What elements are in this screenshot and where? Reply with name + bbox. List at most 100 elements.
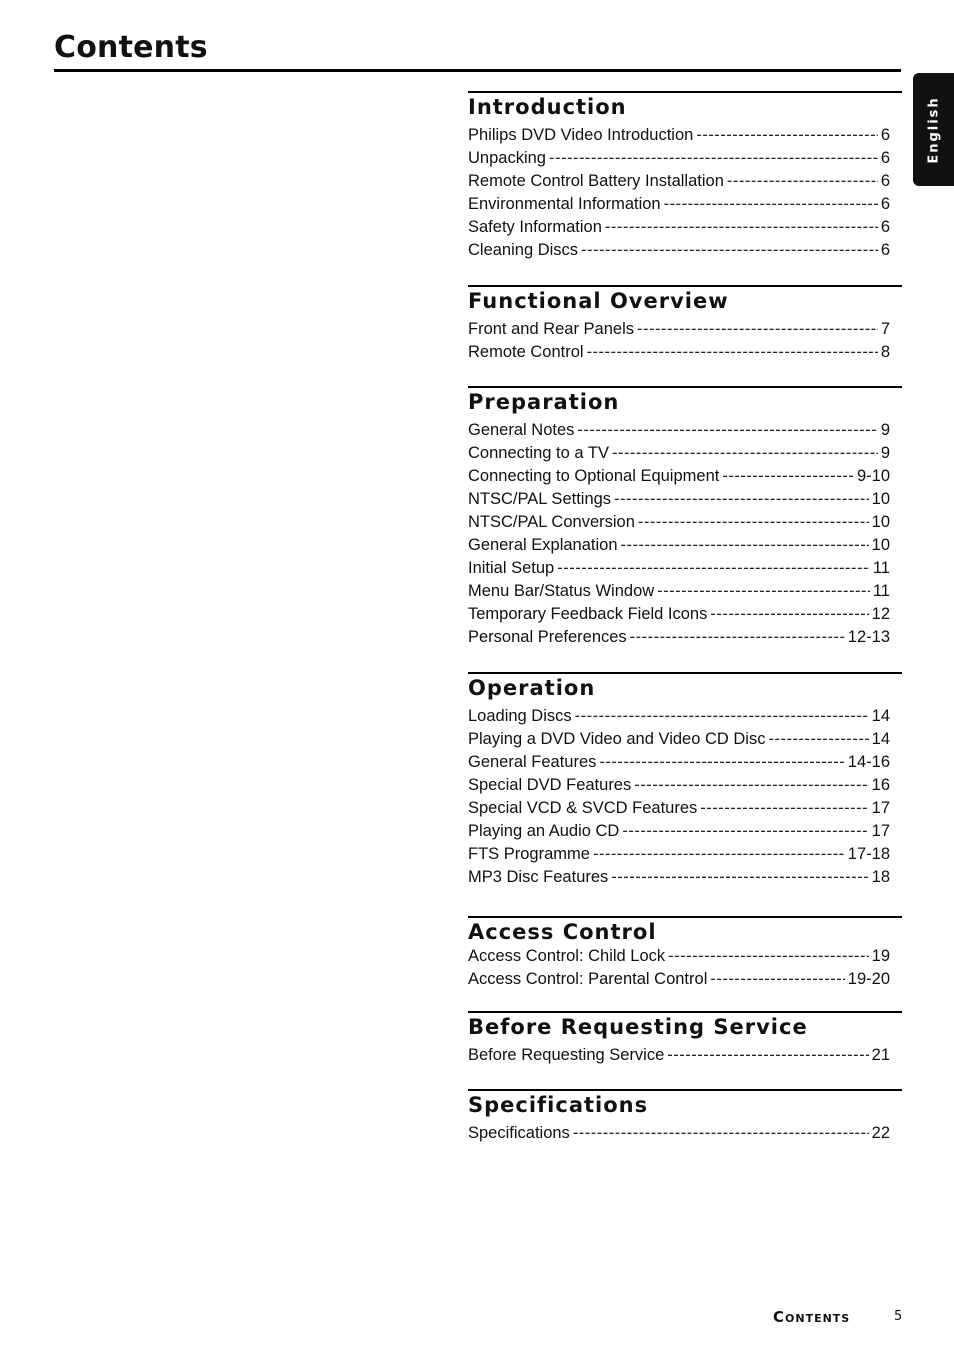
entry-label: Unpacking bbox=[468, 148, 546, 167]
entry-label: Connecting to Optional Equipment bbox=[468, 466, 720, 485]
toc-entry[interactable]: Unpacking 6 bbox=[468, 149, 890, 172]
language-tab-label: English bbox=[926, 95, 941, 164]
toc-entry[interactable]: Safety Information 6 bbox=[468, 218, 890, 241]
toc-entry[interactable]: Environmental Information 6 bbox=[468, 195, 890, 218]
entry-page-number: 18 bbox=[871, 868, 890, 887]
entry-page-number: 17 bbox=[871, 821, 890, 840]
entry-label: Remote Control Battery Installation bbox=[468, 171, 724, 190]
toc-entry[interactable]: Remote Control 8 bbox=[468, 343, 890, 366]
entry-label: General Notes bbox=[468, 420, 575, 439]
toc-section: Introduction Philips DVD Video Introducti… bbox=[468, 91, 902, 264]
toc-entry[interactable]: Temporary Feedback Field Icons 12 bbox=[468, 605, 890, 628]
section-heading: Before Requesting Service bbox=[468, 1014, 808, 1039]
toc-section: Specifications Specifications 22 bbox=[468, 1089, 902, 1147]
language-tab[interactable]: English bbox=[913, 73, 954, 186]
entry-page-number: 19 bbox=[871, 946, 890, 965]
entry-page-number: 9 bbox=[880, 443, 890, 462]
dot-leader bbox=[611, 868, 868, 887]
section-heading: Operation bbox=[468, 675, 596, 700]
section-heading: Functional Overview bbox=[468, 288, 729, 313]
dot-leader bbox=[621, 536, 869, 555]
entry-label: NTSC/PAL Conversion bbox=[468, 512, 635, 531]
toc-entry[interactable]: FTS Programme 17-18 bbox=[468, 845, 890, 868]
entry-label: Initial Setup bbox=[468, 559, 555, 578]
toc-entry[interactable]: General Features 14-16 bbox=[468, 753, 890, 776]
entry-page-number: 9 bbox=[880, 420, 890, 439]
toc-section: Before Requesting Service Before Requesti… bbox=[468, 1011, 902, 1069]
toc-entry[interactable]: Loading Discs 14 bbox=[468, 707, 890, 730]
title-rule bbox=[54, 69, 901, 72]
entry-label: Specifications bbox=[468, 1123, 570, 1142]
dot-leader bbox=[727, 172, 878, 191]
entry-page-number: 6 bbox=[880, 148, 890, 167]
dot-leader bbox=[614, 490, 869, 509]
toc-entry[interactable]: Initial Setup 11 bbox=[468, 559, 890, 582]
toc-entry[interactable]: Personal Preferences 12-13 bbox=[468, 628, 890, 651]
dot-leader bbox=[577, 421, 877, 440]
toc-entry[interactable]: Front and Rear Panels 7 bbox=[468, 320, 890, 343]
entry-label: Special VCD & SVCD Features bbox=[468, 798, 698, 817]
entry-label: Philips DVD Video Introduction bbox=[468, 125, 694, 144]
entry-page-number: 11 bbox=[872, 582, 890, 601]
section-heading: Introduction bbox=[468, 94, 627, 119]
entry-page-number: 6 bbox=[880, 240, 890, 259]
entry-page-number: 19-20 bbox=[847, 969, 890, 988]
toc-entry[interactable]: Specifications 22 bbox=[468, 1124, 890, 1147]
toc-entry[interactable]: Playing an Audio CD 17 bbox=[468, 822, 890, 845]
entry-label: Playing a DVD Video and Video CD Disc bbox=[468, 729, 766, 748]
toc-entry[interactable]: Special DVD Features 16 bbox=[468, 776, 890, 799]
toc-entry[interactable]: Cleaning Discs 6 bbox=[468, 241, 890, 264]
toc-entry[interactable]: Menu Bar/Status Window 11 bbox=[468, 582, 890, 605]
toc-entry[interactable]: Access Control: Child Lock 19 bbox=[468, 947, 890, 970]
dot-leader bbox=[700, 799, 868, 818]
dot-leader bbox=[637, 320, 878, 339]
entry-label: Access Control: Parental Control bbox=[468, 969, 708, 988]
footer-section-label: Contents bbox=[773, 1308, 851, 1326]
toc-entry[interactable]: MP3 Disc Features 18 bbox=[468, 868, 890, 891]
toc-entry[interactable]: Access Control: Parental Control 19-20 bbox=[468, 970, 890, 993]
entry-label: Cleaning Discs bbox=[468, 240, 579, 259]
entry-label: Playing an Audio CD bbox=[468, 821, 620, 840]
toc-section: Access Control Access Control: Child Lock… bbox=[468, 916, 902, 993]
dot-leader bbox=[710, 605, 868, 624]
dot-leader bbox=[587, 343, 878, 362]
entry-page-number: 14 bbox=[871, 706, 890, 725]
page-title: Contents bbox=[54, 30, 208, 65]
toc-entry[interactable]: General Notes 9 bbox=[468, 421, 890, 444]
dot-leader bbox=[696, 126, 877, 145]
entry-page-number: 14 bbox=[871, 729, 890, 748]
dot-leader bbox=[549, 149, 878, 168]
entry-label: General Explanation bbox=[468, 535, 618, 554]
dot-leader bbox=[612, 444, 878, 463]
toc-entry[interactable]: Remote Control Battery Installation 6 bbox=[468, 172, 890, 195]
toc-entry[interactable]: Philips DVD Video Introduction 6 bbox=[468, 126, 890, 149]
dot-leader bbox=[657, 582, 870, 601]
toc-entry[interactable]: General Explanation 10 bbox=[468, 536, 890, 559]
section-heading: Preparation bbox=[468, 389, 620, 414]
entry-label: Personal Preferences bbox=[468, 628, 627, 647]
toc-entry[interactable]: Special VCD & SVCD Features 17 bbox=[468, 799, 890, 822]
toc-entry[interactable]: NTSC/PAL Conversion 10 bbox=[468, 513, 890, 536]
toc-entry[interactable]: Playing a DVD Video and Video CD Disc 14 bbox=[468, 730, 890, 753]
dot-leader bbox=[605, 218, 878, 237]
entry-label: MP3 Disc Features bbox=[468, 868, 609, 887]
dot-leader bbox=[593, 845, 845, 864]
entry-label: Before Requesting Service bbox=[468, 1045, 665, 1064]
dot-leader bbox=[667, 1046, 868, 1065]
toc-entry[interactable]: Connecting to Optional Equipment 9-10 bbox=[468, 467, 890, 490]
entry-page-number: 17-18 bbox=[847, 845, 890, 864]
section-heading: Access Control bbox=[468, 919, 657, 944]
toc-entry[interactable]: Before Requesting Service 21 bbox=[468, 1046, 890, 1069]
entry-label: FTS Programme bbox=[468, 845, 590, 864]
entry-label: Menu Bar/Status Window bbox=[468, 582, 655, 601]
entry-label: Temporary Feedback Field Icons bbox=[468, 605, 708, 624]
dot-leader bbox=[573, 1124, 869, 1143]
dot-leader bbox=[768, 730, 868, 749]
page-number: 5 bbox=[894, 1309, 903, 1324]
entry-page-number: 12 bbox=[871, 605, 890, 624]
dot-leader bbox=[638, 513, 869, 532]
entry-label: Environmental Information bbox=[468, 194, 661, 213]
dot-leader bbox=[722, 467, 854, 486]
toc-entry[interactable]: NTSC/PAL Settings 10 bbox=[468, 490, 890, 513]
toc-entry[interactable]: Connecting to a TV 9 bbox=[468, 444, 890, 467]
